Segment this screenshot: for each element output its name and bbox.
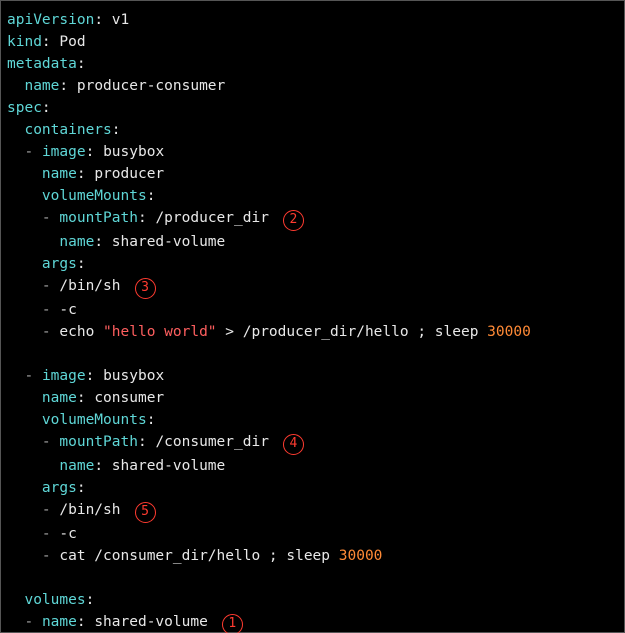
val-c1-mountPath: /consumer_dir: [155, 434, 269, 450]
val-c1-vm-name: shared-volume: [112, 458, 226, 474]
val-c0-image: busybox: [103, 144, 164, 160]
val-c0-args2d: 30000: [487, 324, 531, 340]
key-c1-mountPath: mountPath: [59, 434, 138, 450]
annotation-3: 3: [135, 278, 156, 299]
val-c0-vm-name: shared-volume: [112, 234, 226, 250]
val-c0-mountPath: /producer_dir: [155, 210, 269, 226]
key-c0-name: name: [42, 166, 77, 182]
key-containers: containers: [24, 122, 111, 138]
key-vol-name: name: [42, 614, 77, 630]
val-c1-args1: -c: [59, 526, 76, 542]
key-c0-vm-name: name: [59, 234, 94, 250]
key-c0-image: image: [42, 144, 86, 160]
key-c0-args: args: [42, 256, 77, 272]
val-metadata-name: producer-consumer: [77, 78, 225, 94]
key-c0-vm: volumeMounts: [42, 188, 147, 204]
val-c1-args2a: cat /consumer_dir/hello ; sleep: [59, 548, 338, 564]
val-c1-image: busybox: [103, 368, 164, 384]
key-metadata: metadata: [7, 56, 77, 72]
val-apiVersion: v1: [112, 12, 129, 28]
annotation-2: 2: [283, 210, 304, 231]
val-c0-args2c: > /producer_dir/hello ; sleep: [217, 324, 488, 340]
annotation-4: 4: [283, 434, 304, 455]
key-c1-image: image: [42, 368, 86, 384]
val-c0-args2b: "hello world": [103, 324, 217, 340]
val-c0-name: producer: [94, 166, 164, 182]
key-spec: spec: [7, 100, 42, 116]
key-c1-vm-name: name: [59, 458, 94, 474]
val-vol-name: shared-volume: [94, 614, 208, 630]
val-c0-args0: /bin/sh: [59, 278, 120, 294]
val-c0-args1: -c: [59, 302, 76, 318]
key-kind: kind: [7, 34, 42, 50]
key-apiVersion: apiVersion: [7, 12, 94, 28]
key-metadata-name: name: [24, 78, 59, 94]
key-c1-name: name: [42, 390, 77, 406]
val-c1-args0: /bin/sh: [59, 502, 120, 518]
key-c1-vm: volumeMounts: [42, 412, 147, 428]
val-kind: Pod: [59, 34, 85, 50]
yaml-code-block: apiVersion: v1 kind: Pod metadata: name:…: [0, 0, 625, 633]
val-c0-args2a: echo: [59, 324, 103, 340]
val-c1-args2b: 30000: [339, 548, 383, 564]
key-volumes: volumes: [24, 592, 85, 608]
key-c0-mountPath: mountPath: [59, 210, 138, 226]
annotation-1: 1: [222, 614, 243, 633]
key-c1-args: args: [42, 480, 77, 496]
val-c1-name: consumer: [94, 390, 164, 406]
annotation-5: 5: [135, 502, 156, 523]
